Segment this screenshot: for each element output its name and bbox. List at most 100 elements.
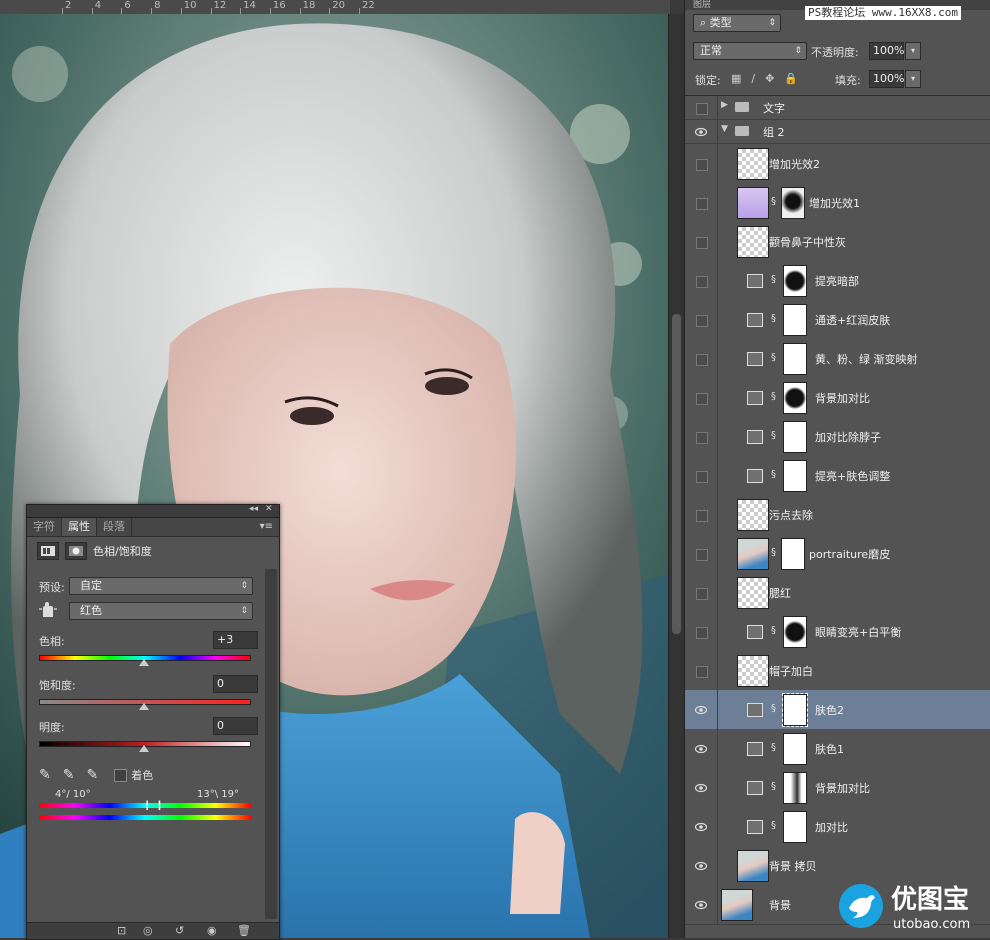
layer-mask-thumbnail[interactable] — [782, 693, 808, 727]
collapse-icon[interactable]: ◂◂ — [249, 504, 258, 514]
layer-visibility-toggle[interactable] — [685, 120, 718, 143]
scrollbar-thumb[interactable] — [672, 314, 681, 634]
layer-row[interactable]: 污点去除 — [685, 495, 990, 535]
layer-visibility-toggle[interactable] — [685, 534, 718, 573]
chain-link-icon[interactable]: § — [771, 625, 776, 636]
channel-dropdown[interactable]: 红色 ⇕ — [69, 602, 253, 620]
layer-visibility-toggle[interactable] — [685, 573, 718, 612]
layer-row[interactable]: 腮红 — [685, 573, 990, 613]
trash-icon[interactable]: 🗑 — [237, 924, 251, 937]
layer-row[interactable]: § 加对比除脖子 — [685, 417, 990, 457]
hue-input[interactable]: +3 — [213, 631, 258, 649]
visibility-eye-icon[interactable]: ◉ — [207, 924, 217, 937]
mask-icon[interactable] — [65, 542, 87, 560]
lightness-input[interactable]: 0 — [213, 717, 258, 735]
layer-visibility-toggle[interactable] — [685, 456, 718, 495]
collapse-arrow-icon[interactable]: ▼ — [721, 124, 728, 134]
chain-link-icon[interactable]: § — [771, 313, 776, 324]
layer-mask-thumbnail[interactable] — [783, 460, 807, 492]
chain-link-icon[interactable]: § — [771, 742, 776, 753]
layer-row[interactable]: § 加对比 — [685, 807, 990, 847]
layer-visibility-toggle[interactable] — [685, 768, 718, 807]
chain-link-icon[interactable]: § — [771, 196, 776, 207]
fill-input[interactable]: 100% — [869, 70, 904, 88]
layer-mask-thumbnail[interactable] — [783, 304, 807, 336]
reset-icon[interactable]: ↺ — [175, 924, 184, 937]
canvas-vertical-scrollbar[interactable] — [668, 14, 685, 938]
layer-row[interactable]: 帽子加白 — [685, 651, 990, 691]
lock-paint-icon[interactable]: ∕ — [751, 72, 755, 85]
layer-visibility-toggle[interactable] — [685, 339, 718, 378]
layer-visibility-toggle[interactable] — [685, 222, 718, 261]
layer-row[interactable]: § 肤色2 — [685, 690, 990, 730]
chain-link-icon[interactable]: § — [771, 820, 776, 831]
expand-arrow-icon[interactable]: ▶ — [721, 100, 728, 110]
opacity-input[interactable]: 100% — [869, 42, 904, 60]
chain-link-icon[interactable]: § — [771, 547, 776, 558]
layer-visibility-toggle[interactable] — [685, 417, 718, 456]
blend-mode-dropdown[interactable]: 正常 ⇕ — [693, 42, 807, 60]
saturation-slider-handle[interactable] — [139, 703, 149, 710]
layer-mask-thumbnail[interactable] — [783, 733, 807, 765]
chain-link-icon[interactable]: § — [771, 430, 776, 441]
eyedropper-icon[interactable]: ✎ — [39, 767, 51, 783]
view-previous-icon[interactable]: ◎ — [143, 924, 153, 937]
layer-row[interactable]: § 肤色1 — [685, 729, 990, 769]
layer-mask-thumbnail[interactable] — [783, 772, 807, 804]
lightness-slider-handle[interactable] — [139, 745, 149, 752]
layer-mask-thumbnail[interactable] — [783, 265, 807, 297]
layer-visibility-toggle[interactable] — [685, 885, 718, 924]
layer-row[interactable]: § 背景加对比 — [685, 768, 990, 808]
layer-visibility-toggle[interactable] — [685, 651, 718, 690]
lock-position-icon[interactable]: ✥ — [765, 72, 774, 85]
layer-mask-thumbnail[interactable] — [783, 382, 807, 414]
layer-visibility-toggle[interactable] — [685, 144, 718, 183]
layer-visibility-toggle[interactable] — [685, 96, 718, 119]
chain-link-icon[interactable]: § — [771, 703, 776, 714]
eyedropper-minus-icon[interactable]: ✎ — [86, 767, 98, 783]
layer-visibility-toggle[interactable] — [685, 612, 718, 651]
layer-row[interactable]: § 眼睛变亮+白平衡 — [685, 612, 990, 652]
hue-slider-handle[interactable] — [139, 659, 149, 666]
layer-visibility-toggle[interactable] — [685, 183, 718, 222]
tab-paragraph[interactable]: 段落 — [97, 518, 132, 536]
layer-filter-dropdown[interactable]: ⌕ 类型 ⇕ — [693, 14, 781, 32]
layer-row[interactable]: § 增加光效1 — [685, 183, 990, 223]
opacity-dropdown-arrow[interactable]: ▾ — [905, 42, 921, 60]
layer-row[interactable]: 颧骨鼻子中性灰 — [685, 222, 990, 262]
layer-mask-thumbnail[interactable] — [783, 811, 807, 843]
layer-mask-thumbnail[interactable] — [783, 616, 807, 648]
layer-mask-thumbnail[interactable] — [781, 538, 805, 570]
range-sliders[interactable]: ▕▏▕▏ — [141, 801, 166, 810]
hsl-adjustment-icon[interactable] — [37, 542, 59, 560]
layer-visibility-toggle[interactable] — [685, 807, 718, 846]
properties-scrollbar[interactable] — [265, 569, 277, 919]
eyedropper-plus-icon[interactable]: ✎ — [63, 767, 75, 783]
layer-row[interactable]: § 通透+红润皮肤 — [685, 300, 990, 340]
panel-titlebar[interactable]: ◂◂ ✕ — [27, 504, 279, 518]
clip-to-layer-icon[interactable]: ⊡ — [117, 924, 126, 937]
colorize-checkbox[interactable] — [114, 768, 128, 782]
preset-dropdown[interactable]: 自定 ⇕ — [69, 577, 253, 595]
lock-all-icon[interactable]: 🔒 — [784, 72, 798, 85]
layer-row[interactable]: § 黄、粉、绿 渐变映射 — [685, 339, 990, 379]
layer-visibility-toggle[interactable] — [685, 729, 718, 768]
chain-link-icon[interactable]: § — [771, 469, 776, 480]
layer-row[interactable]: 增加光效2 — [685, 144, 990, 184]
on-image-adjust-hand-icon[interactable] — [39, 601, 57, 622]
layer-visibility-toggle[interactable] — [685, 495, 718, 534]
layer-visibility-toggle[interactable] — [685, 690, 718, 729]
layer-group-row[interactable]: ▶ 文字 — [685, 96, 990, 120]
layer-group-row[interactable]: ▼ 组 2 — [685, 120, 990, 144]
layer-row[interactable]: § 提亮暗部 — [685, 261, 990, 301]
lock-transparent-icon[interactable]: ▦ — [731, 72, 741, 85]
chain-link-icon[interactable]: § — [771, 781, 776, 792]
fill-dropdown-arrow[interactable]: ▾ — [905, 70, 921, 88]
layer-visibility-toggle[interactable] — [685, 261, 718, 300]
chain-link-icon[interactable]: § — [771, 274, 776, 285]
chain-link-icon[interactable]: § — [771, 352, 776, 363]
layer-row[interactable]: § 背景加对比 — [685, 378, 990, 418]
layer-visibility-toggle[interactable] — [685, 378, 718, 417]
layer-visibility-toggle[interactable] — [685, 300, 718, 339]
tab-properties[interactable]: 属性 — [62, 518, 97, 536]
